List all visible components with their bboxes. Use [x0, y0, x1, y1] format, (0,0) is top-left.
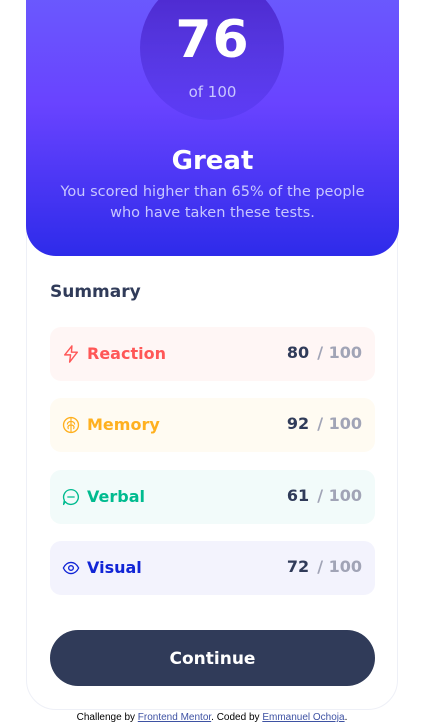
summary-item-label: Visual	[87, 558, 142, 577]
attribution-suffix: .	[344, 712, 348, 723]
summary-item-label: Verbal	[87, 487, 145, 506]
score-number: 72	[286, 557, 310, 576]
score-max: / 100	[317, 486, 362, 505]
attribution: Challenge by Frontend Mentor. Coded by E…	[0, 712, 424, 723]
summary-item-score: 72 / 100	[287, 557, 362, 576]
score-max: / 100	[317, 343, 362, 362]
brain-icon	[62, 416, 80, 434]
summary-item-score: 80 / 100	[287, 343, 362, 362]
summary-title: Summary	[50, 282, 141, 302]
score-number: 61	[286, 486, 310, 505]
author-link[interactable]: Emmanuel Ochoja	[262, 712, 344, 723]
result-panel: 76 of 100 Great You scored higher than 6…	[26, 0, 399, 256]
summary-item-score: 61 / 100	[287, 486, 362, 505]
eye-icon	[62, 561, 80, 575]
score-max-label: of 100	[188, 83, 237, 101]
result-description: You scored higher than 65% of the people…	[60, 184, 365, 221]
continue-button[interactable]: Continue	[50, 630, 375, 686]
summary-item-score: 92 / 100	[287, 414, 362, 433]
score-max: / 100	[317, 414, 362, 433]
summary-item-label: Memory	[87, 415, 160, 434]
lightning-icon	[63, 345, 79, 363]
chat-bubble-icon	[62, 488, 79, 506]
rating-title: Great	[171, 146, 254, 176]
score-number: 80	[286, 343, 310, 362]
summary-item-verbal: Verbal 61 / 100	[50, 470, 375, 524]
score-value: 76	[175, 10, 250, 70]
summary-item-memory: Memory 92 / 100	[50, 398, 375, 452]
frontend-mentor-link[interactable]: Frontend Mentor	[138, 712, 211, 723]
attribution-prefix: Challenge by	[76, 712, 138, 723]
summary-item-label: Reaction	[87, 344, 166, 363]
summary-item-reaction: Reaction 80 / 100	[50, 327, 375, 381]
summary-item-visual: Visual 72 / 100	[50, 541, 375, 595]
attribution-middle: . Coded by	[211, 712, 263, 723]
score-number: 92	[286, 414, 310, 433]
score-max: / 100	[317, 557, 362, 576]
